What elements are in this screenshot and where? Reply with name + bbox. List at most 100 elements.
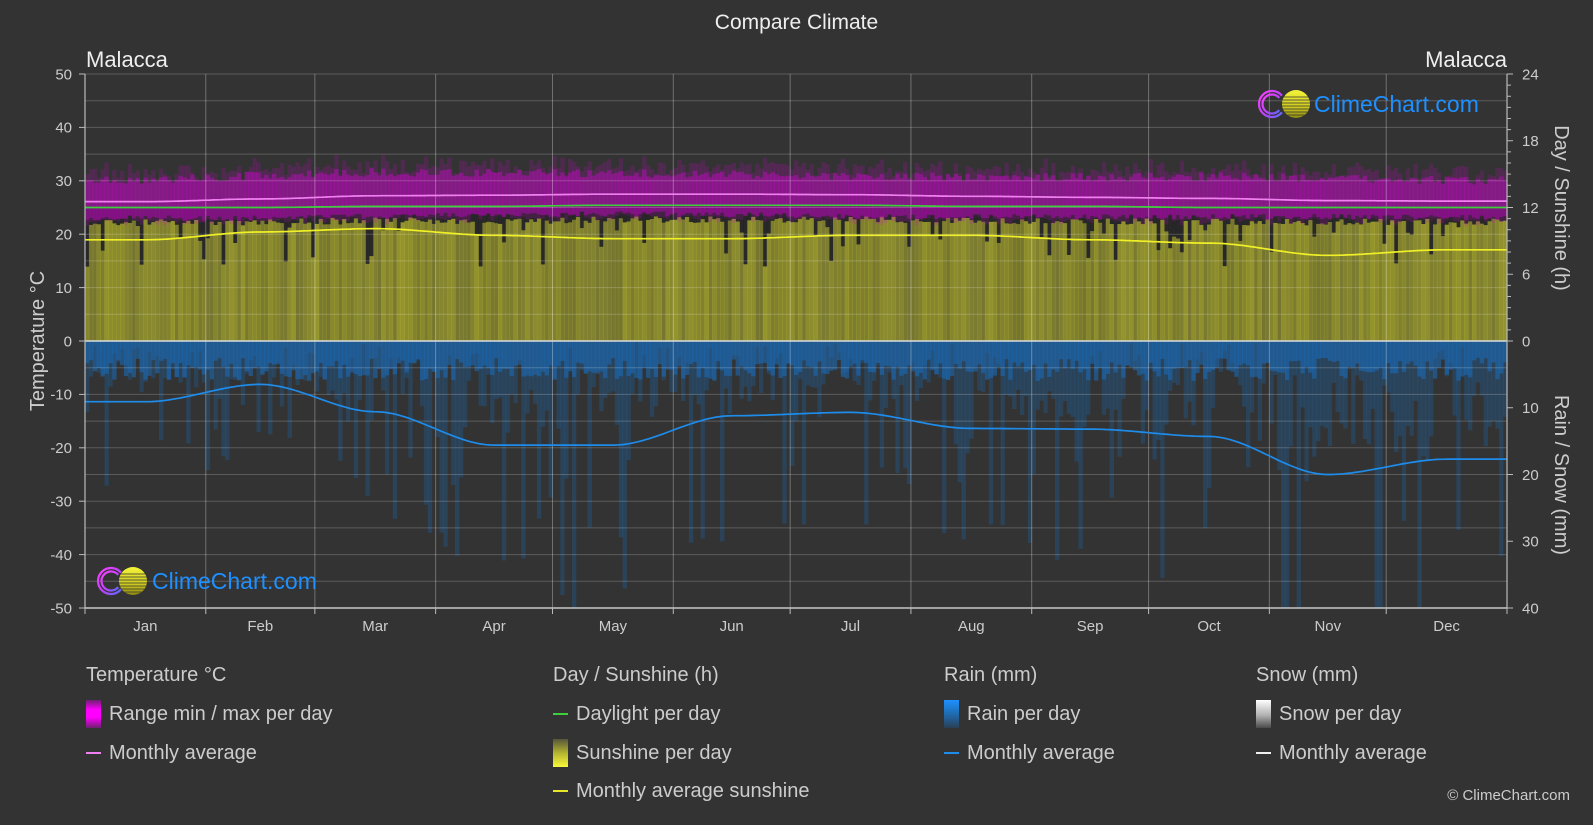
- rain-day-streak: [1308, 341, 1313, 428]
- temp-range-max-fade: [1308, 175, 1313, 181]
- sunshine-day-bar: [852, 219, 857, 341]
- legend-item-sunshine-per-day: Sunshine per day: [553, 738, 809, 767]
- sunshine-day-bar: [1386, 224, 1391, 341]
- sunshine-day-bar: [782, 222, 787, 341]
- temp-range-max-fade: [895, 170, 900, 174]
- temp-range-min-fade: [346, 216, 351, 221]
- rain-day-streak: [1016, 341, 1021, 391]
- temp-range-max-fade: [739, 162, 744, 172]
- sunshine-day-bar: [88, 224, 94, 341]
- temp-range-max-fade: [326, 164, 331, 175]
- sunshine-day-bar: [1253, 223, 1259, 341]
- temp-range-day-bar: [497, 171, 503, 215]
- temp-range-min-fade: [1281, 216, 1286, 219]
- rain-day-streak: [1175, 341, 1181, 386]
- sunshine-day-bar: [1444, 224, 1449, 341]
- rain-day-streak: [384, 341, 390, 475]
- sunshine-day-bar: [1277, 223, 1282, 341]
- temp-range-day-bar: [965, 173, 970, 217]
- temp-range-min-fade: [1436, 217, 1442, 224]
- temp-range-max-fade: [860, 165, 865, 175]
- rain-day-streak: [712, 341, 717, 380]
- temp-range-max-fade: [1121, 175, 1126, 179]
- temp-range-max-fade: [147, 175, 152, 183]
- logo-sun-icon: [119, 567, 147, 595]
- temp-range-min-fade: [513, 215, 518, 219]
- temp-range-day-bar: [1405, 180, 1411, 216]
- sunshine-day-bar: [560, 217, 565, 341]
- temp-range-min-fade: [739, 214, 744, 220]
- temp-range-min-fade: [1456, 217, 1461, 222]
- temp-range-day-bar: [1230, 178, 1235, 215]
- temp-range-max-fade: [992, 166, 998, 177]
- rain-day-bar: [1253, 341, 1259, 377]
- rain-day-streak: [926, 341, 931, 383]
- rain-day-bar: [1129, 341, 1134, 368]
- temp-range-max-fade: [778, 164, 783, 177]
- temp-range-day-bar: [755, 175, 760, 217]
- rain-day-streak: [661, 341, 666, 381]
- temp-range-min-fade: [1094, 216, 1099, 218]
- rain-day-streak: [809, 341, 814, 387]
- temp-range-min-fade: [318, 215, 324, 222]
- rain-day-streak: [205, 341, 211, 471]
- temp-range-min-fade: [1113, 219, 1118, 222]
- rain-day-streak: [268, 341, 273, 435]
- temp-range-day-bar: [1394, 180, 1399, 219]
- temp-range-min-fade: [1308, 217, 1313, 221]
- sunshine-day-bar: [751, 216, 756, 341]
- temp-range-max-fade: [696, 163, 701, 176]
- temp-range-max-fade: [934, 166, 939, 177]
- temp-range-max-fade: [381, 154, 386, 169]
- x-tick-label: Mar: [362, 618, 388, 635]
- rain-day-streak: [1047, 341, 1052, 392]
- temp-range-min-fade: [462, 216, 468, 223]
- temp-range-max-fade: [1148, 158, 1153, 173]
- temp-range-min-fade: [825, 215, 830, 220]
- temp-range-min-fade: [1082, 214, 1087, 218]
- temp-range-day-bar: [961, 180, 966, 219]
- temp-range-min-fade: [1432, 216, 1438, 219]
- rain-day-streak: [610, 341, 616, 392]
- legend-item-sunshine-average: Monthly average sunshine: [553, 779, 809, 803]
- temp-range-day-bar: [942, 180, 947, 219]
- rain-day-streak: [443, 341, 448, 547]
- rain-day-streak: [751, 341, 756, 387]
- temp-range-max-fade: [525, 170, 530, 176]
- sunshine-day-bar: [945, 217, 951, 341]
- sunshine-day-bar: [1292, 222, 1298, 341]
- sunshine-day-bar: [716, 218, 721, 341]
- temp-range-min-fade: [836, 214, 842, 221]
- temp-range-min-fade: [1132, 218, 1138, 222]
- sunshine-day-bar: [1261, 224, 1266, 341]
- sunshine-day-bar: [127, 222, 133, 341]
- temp-range-max-fade: [1020, 171, 1025, 181]
- rain-day-streak: [221, 341, 226, 457]
- sunshine-day-bar: [470, 221, 475, 341]
- temp-range-max-fade: [618, 158, 624, 172]
- legend-item-snow-average: Monthly average: [1256, 741, 1427, 765]
- temp-range-max-fade: [630, 165, 635, 176]
- temp-range-max-fade: [1460, 165, 1465, 178]
- temp-range-day-bar: [1148, 172, 1153, 219]
- temp-range-min-fade: [1175, 215, 1181, 220]
- temp-range-max-fade: [1097, 172, 1103, 176]
- sunshine-day-bar: [942, 221, 947, 341]
- temp-range-max-fade: [447, 157, 452, 170]
- rain-day-streak: [396, 341, 401, 358]
- temp-range-min-fade: [630, 214, 635, 219]
- rain-day-streak: [252, 341, 257, 357]
- sunshine-day-bar: [104, 220, 109, 341]
- rain-average-line-icon: [944, 751, 959, 754]
- temp-range-min-fade: [1386, 215, 1391, 220]
- rain-day-streak: [1183, 341, 1188, 419]
- temp-range-max-fade: [957, 172, 962, 177]
- temp-range-min-fade: [96, 219, 101, 222]
- rain-day-streak: [591, 341, 596, 388]
- temp-range-max-fade: [758, 168, 764, 178]
- rain-day-streak: [1051, 341, 1056, 399]
- temp-range-min-fade: [735, 214, 740, 220]
- temp-range-day-bar: [1101, 176, 1107, 215]
- temp-range-min-fade: [805, 213, 811, 218]
- rain-day-streak: [330, 341, 335, 391]
